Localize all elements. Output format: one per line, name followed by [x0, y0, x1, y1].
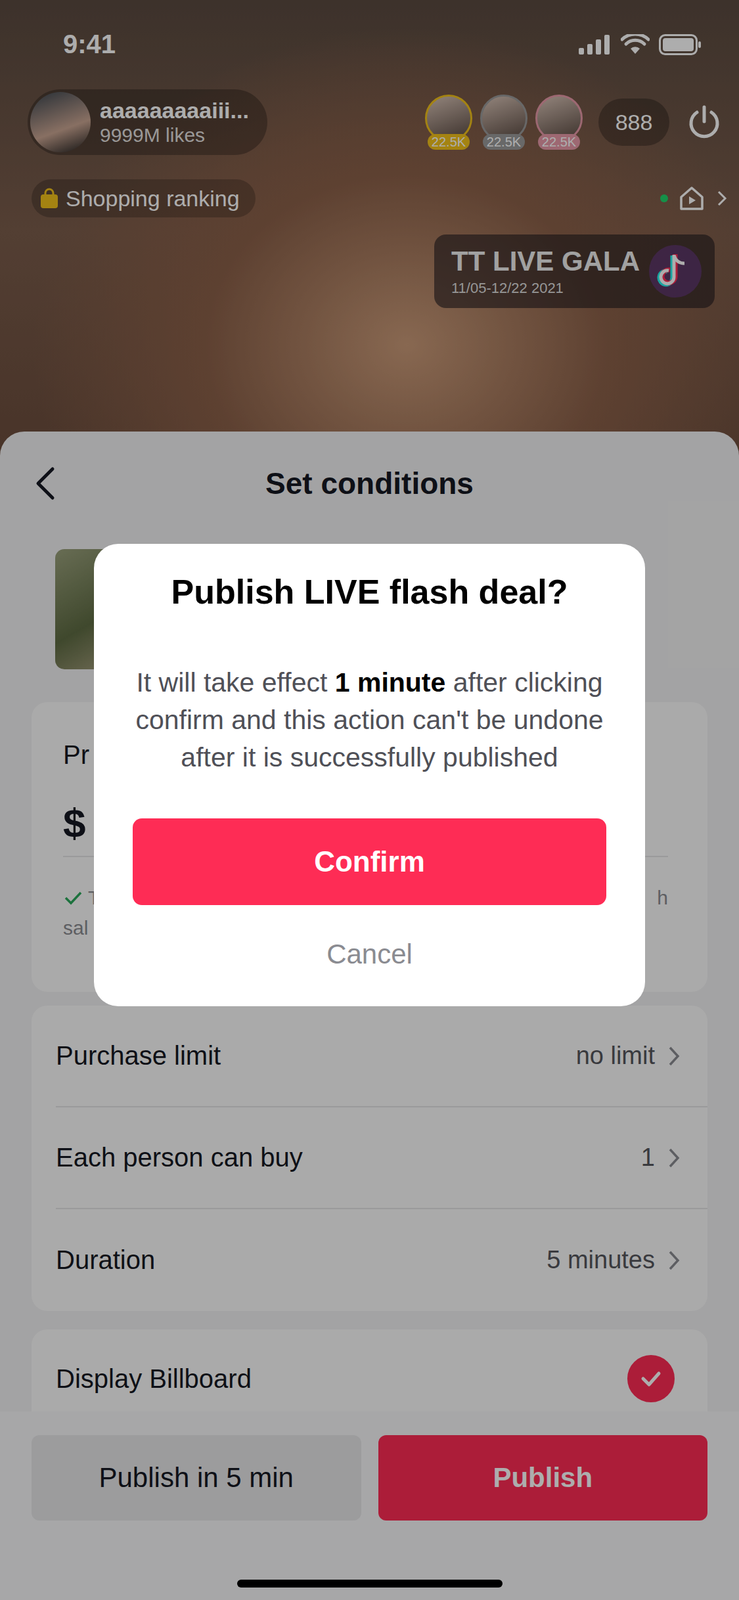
- cancel-button[interactable]: Cancel: [313, 931, 426, 978]
- dialog-body: It will take effect 1 minute after click…: [132, 664, 607, 777]
- confirm-button[interactable]: Confirm: [132, 818, 607, 906]
- confirm-dialog: Publish LIVE flash deal? It will take eff…: [93, 543, 646, 1007]
- screen: 9:41aaaaaaaaaiii...9999M likes22.5K22.5K…: [0, 0, 739, 1600]
- dim-overlay: Publish LIVE flash deal? It will take eff…: [0, 0, 739, 1600]
- dialog-title: Publish LIVE flash deal?: [171, 570, 569, 613]
